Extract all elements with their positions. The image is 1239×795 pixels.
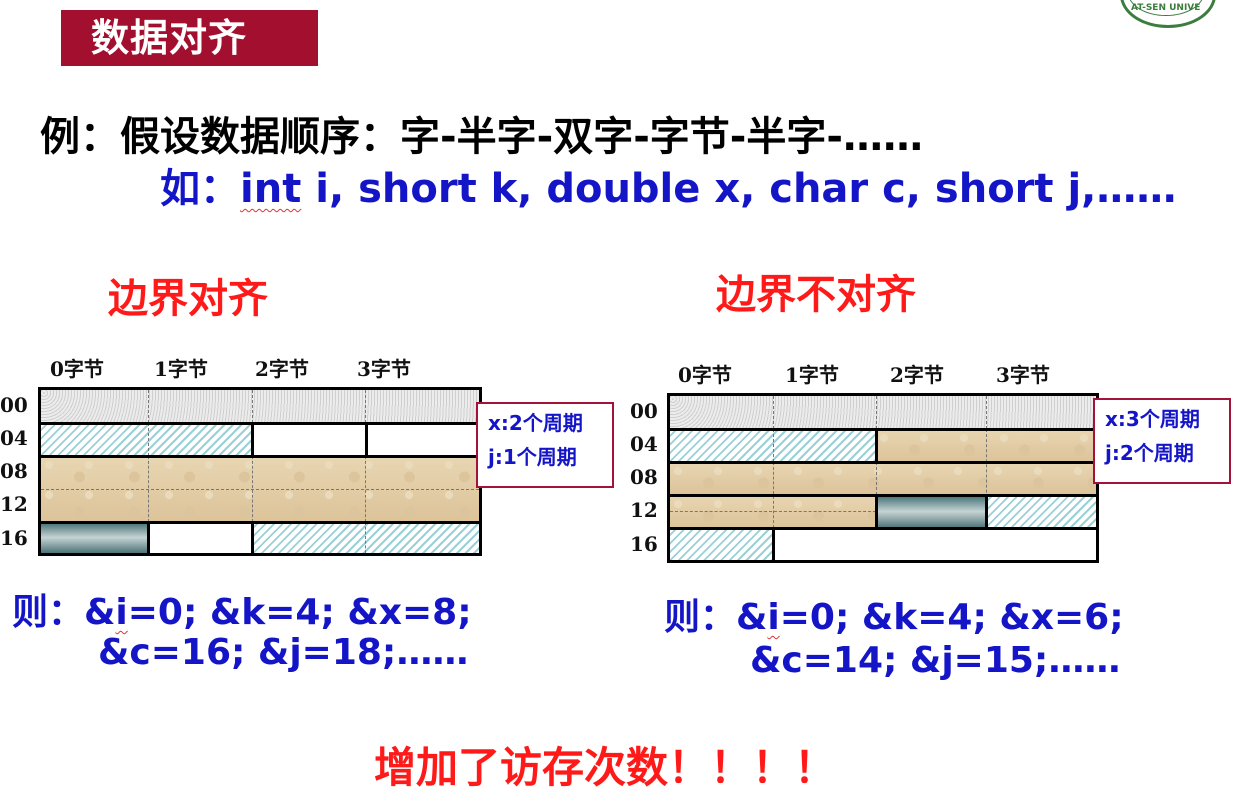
grid-line — [148, 390, 149, 423]
grid-line — [985, 495, 988, 528]
grid-line — [252, 390, 253, 423]
grid-line — [670, 494, 1096, 497]
grid-line — [41, 455, 479, 458]
unaligned-note-x: x:3个周期 — [1105, 407, 1200, 431]
aligned-cycle-note: x:2个周期 j:1个周期 — [476, 402, 614, 488]
example-code: 如：int i, short k, double x, char c, shor… — [160, 156, 1176, 214]
unaligned-row-12: 12 — [630, 498, 658, 522]
grid-line — [875, 429, 878, 462]
unaligned-cell-int-i — [670, 396, 1096, 429]
grid-line — [365, 522, 366, 553]
unaligned-note-j: j:2个周期 — [1105, 441, 1194, 465]
grid-line — [251, 522, 254, 553]
grid-line — [670, 428, 1096, 431]
aligned-cell-int-i — [41, 390, 479, 423]
code-rest: i, short k, double x, char c, short j,…… — [301, 166, 1177, 212]
unaligned-cell-short-j-a — [986, 495, 1096, 528]
aligned-cell-padding-2 — [148, 522, 252, 553]
conclusion-text: 增加了访存次数！！！！ — [374, 743, 837, 792]
grid-line — [772, 528, 775, 560]
aligned-col-3: 3字节 — [357, 357, 411, 381]
aligned-row-04: 04 — [0, 426, 28, 450]
unaligned-address-line2: &c=14; &j=15;…… — [750, 640, 1121, 681]
unaligned-row-00: 00 — [630, 399, 658, 423]
grid-line — [365, 423, 368, 456]
grid-line — [365, 390, 366, 423]
logo-text: AT-SEN UNIVE — [1131, 3, 1201, 13]
unaligned-memory-grid — [667, 393, 1099, 563]
unaligned-row-04: 04 — [630, 432, 658, 456]
aligned-col-2: 2字节 — [255, 357, 309, 381]
unaligned-cell-short-j-b — [670, 528, 773, 560]
aligned-address-rest: =0; &k=4; &x=8; — [127, 592, 472, 633]
grid-line — [147, 522, 150, 553]
aligned-row-16: 16 — [0, 526, 28, 550]
unaligned-address-i: i — [767, 597, 780, 638]
aligned-note-x: x:2个周期 — [488, 411, 583, 435]
grid-line — [773, 429, 774, 462]
unaligned-col-1: 1字节 — [785, 363, 839, 387]
aligned-address-line2: &c=16; &j=18;…… — [98, 632, 469, 673]
unaligned-address-rest: =0; &k=4; &x=6; — [779, 597, 1124, 638]
aligned-row-00: 00 — [0, 393, 28, 417]
aligned-address-prefix: 则：& — [12, 592, 116, 633]
grid-line — [41, 422, 479, 425]
grid-line — [251, 423, 254, 456]
slide-title: 数据对齐 — [61, 10, 318, 66]
unaligned-col-0: 0字节 — [678, 363, 732, 387]
aligned-col-1: 1字节 — [154, 357, 208, 381]
aligned-row-12: 12 — [0, 492, 28, 516]
aligned-heading: 边界对齐 — [108, 276, 268, 322]
unaligned-address-prefix: 则：& — [664, 597, 768, 638]
aligned-col-0: 0字节 — [50, 357, 104, 381]
aligned-cell-short-k — [41, 423, 251, 456]
unaligned-heading: 边界不对齐 — [716, 272, 916, 318]
unaligned-row-08: 08 — [630, 465, 658, 489]
code-int-keyword: int — [240, 166, 302, 212]
unaligned-cell-double-x-b — [670, 462, 1096, 495]
grid-line — [875, 495, 878, 528]
code-prefix: 如： — [160, 166, 240, 212]
unaligned-col-3: 3字节 — [996, 363, 1050, 387]
aligned-address-line1: 则：&i=0; &k=4; &x=8; — [12, 583, 472, 635]
unaligned-cell-char-c — [876, 495, 986, 528]
grid-line — [876, 396, 877, 429]
grid-line — [670, 527, 1096, 530]
grid-line — [773, 396, 774, 429]
aligned-cell-char-c — [41, 522, 148, 553]
aligned-memory-grid — [38, 387, 482, 556]
aligned-address-i: i — [115, 592, 128, 633]
grid-line — [876, 462, 877, 495]
university-logo: AT-SEN UNIVE — [1120, 0, 1216, 28]
unaligned-cell-empty — [773, 528, 1096, 560]
grid-line — [41, 489, 479, 490]
grid-line — [986, 396, 987, 429]
unaligned-cycle-note: x:3个周期 j:2个周期 — [1093, 398, 1231, 484]
aligned-row-08: 08 — [0, 459, 28, 483]
unaligned-row-16: 16 — [630, 532, 658, 556]
grid-line — [670, 511, 876, 512]
aligned-note-j: j:1个周期 — [488, 445, 577, 469]
unaligned-col-2: 2字节 — [890, 363, 944, 387]
grid-line — [670, 461, 1096, 464]
grid-line — [148, 423, 149, 456]
unaligned-address-line1: 则：&i=0; &k=4; &x=6; — [664, 588, 1124, 640]
example-description: 例：假设数据顺序：字-半字-双字-字节-半字-…… — [40, 114, 924, 160]
grid-line — [41, 521, 479, 524]
